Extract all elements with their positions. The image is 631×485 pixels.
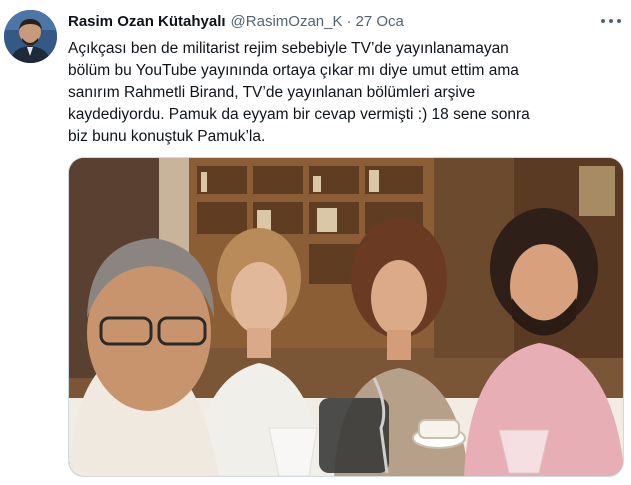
author-avatar[interactable] — [4, 10, 57, 63]
dinner-photo-image — [69, 158, 623, 476]
tweet-header: Rasim Ozan Kütahyalı @RasimOzan_K · 27 O… — [68, 13, 621, 33]
author-display-name[interactable]: Rasim Ozan Kütahyalı — [68, 13, 226, 30]
tweet[interactable]: Rasim Ozan Kütahyalı @RasimOzan_K · 27 O… — [0, 0, 631, 485]
tweet-text-line: Açıkçası ben de militarist rejim sebebiy… — [68, 40, 509, 57]
tweet-text-line: biz bunu konuştuk Pamuk’la. — [68, 128, 266, 145]
tweet-text-line: kaydediyordu. Pamuk da eyyam bir cevap v… — [68, 106, 530, 123]
avatar-image — [4, 10, 57, 63]
more-horizontal-icon[interactable] — [601, 14, 621, 28]
tweet-text: Açıkçası ben de militarist rejim sebebiy… — [68, 38, 623, 148]
tweet-timestamp[interactable]: 27 Oca — [355, 13, 403, 30]
tweet-photo[interactable] — [68, 157, 624, 477]
tweet-text-line: sanırım Rahmetli Birand, TV’de yayınlana… — [68, 84, 476, 101]
header-separator: · — [346, 13, 352, 30]
author-handle[interactable]: @RasimOzan_K — [231, 13, 343, 30]
tweet-text-line: bölüm bu YouTube yayınında ortaya çıkar … — [68, 62, 519, 79]
